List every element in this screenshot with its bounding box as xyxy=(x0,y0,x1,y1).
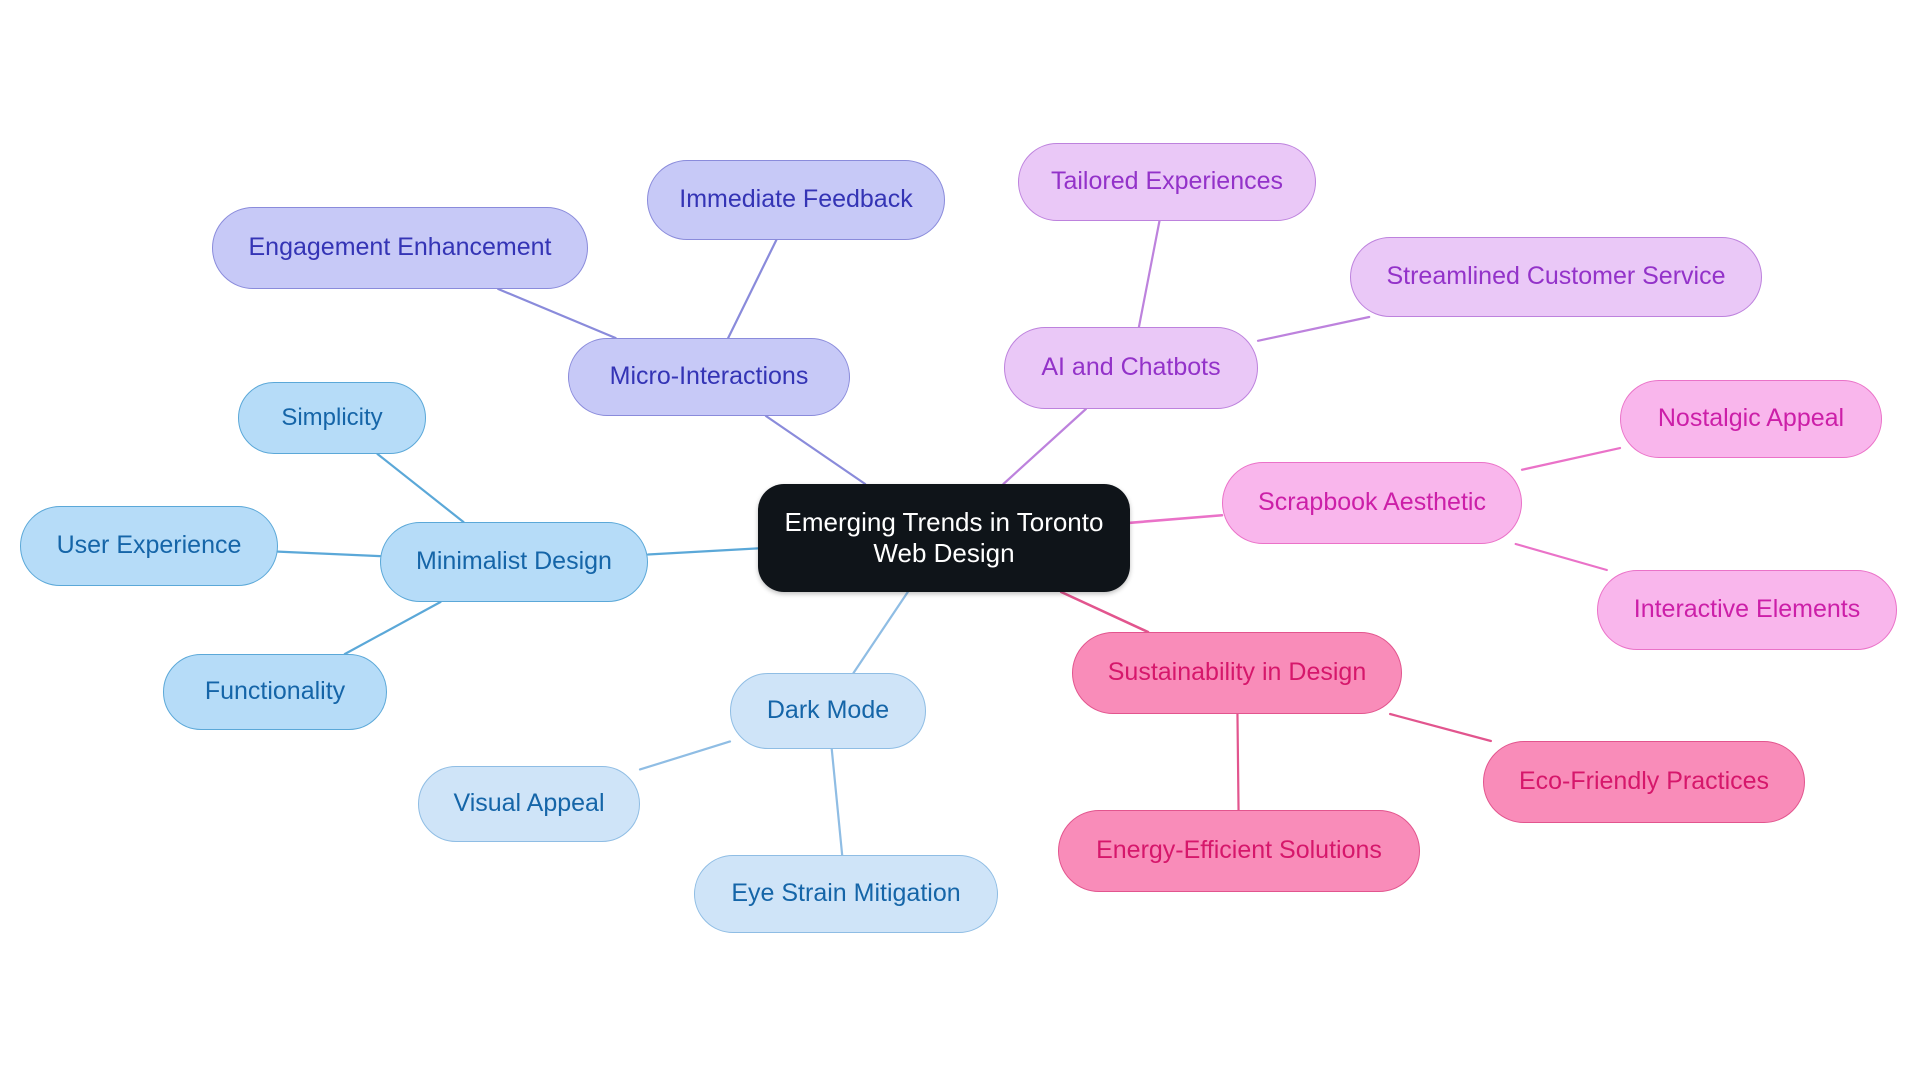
mindmap-edge-minimalist-to-simplicity xyxy=(376,452,465,524)
mindmap-node-label: Minimalist Design xyxy=(416,547,612,576)
mindmap-node-label: Simplicity xyxy=(281,403,383,431)
mindmap-node-interactive-elements[interactable]: Interactive Elements xyxy=(1597,570,1897,650)
mindmap-node-label: Sustainability in Design xyxy=(1107,658,1367,687)
mindmap-node-eye-strain[interactable]: Eye Strain Mitigation xyxy=(694,855,998,933)
mindmap-node-functionality[interactable]: Functionality xyxy=(163,654,387,730)
mindmap-node-minimalist[interactable]: Minimalist Design xyxy=(380,522,648,602)
mindmap-node-sustainability[interactable]: Sustainability in Design xyxy=(1072,632,1402,714)
mindmap-edge-minimalist-to-functionality xyxy=(343,600,442,656)
mindmap-node-label: Scrapbook Aesthetic xyxy=(1258,488,1486,517)
mindmap-node-simplicity[interactable]: Simplicity xyxy=(238,382,426,454)
mindmap-canvas: Emerging Trends in Toronto Web Design Min… xyxy=(0,0,1920,1083)
mindmap-node-tailored[interactable]: Tailored Experiences xyxy=(1018,143,1316,221)
mindmap-node-label: Interactive Elements xyxy=(1633,595,1861,624)
mindmap-node-label: Energy-Efficient Solutions xyxy=(1096,836,1382,865)
mindmap-node-micro-interactions[interactable]: Micro-Interactions xyxy=(568,338,850,416)
mindmap-edge-micro-interactions-to-engagement xyxy=(497,287,617,340)
mindmap-edge-root-to-ai-chatbots xyxy=(1002,407,1088,486)
mindmap-node-engagement[interactable]: Engagement Enhancement xyxy=(212,207,588,289)
mindmap-edge-root-to-sustainability xyxy=(1059,590,1150,634)
mindmap-node-nostalgic[interactable]: Nostalgic Appeal xyxy=(1620,380,1882,458)
mindmap-edge-micro-interactions-to-immediate-feedback xyxy=(727,238,778,340)
mindmap-node-streamlined[interactable]: Streamlined Customer Service xyxy=(1350,237,1762,317)
mindmap-edge-root-to-minimalist xyxy=(646,547,760,556)
mindmap-node-label: Eco-Friendly Practices xyxy=(1518,767,1770,796)
mindmap-edge-dark-mode-to-visual-appeal xyxy=(638,740,732,771)
mindmap-node-immediate-feedback[interactable]: Immediate Feedback xyxy=(647,160,945,240)
mindmap-node-label: Emerging Trends in Toronto Web Design xyxy=(784,507,1104,568)
mindmap-node-label: Dark Mode xyxy=(766,696,890,725)
mindmap-edge-ai-chatbots-to-tailored xyxy=(1137,219,1161,329)
mindmap-node-visual-appeal[interactable]: Visual Appeal xyxy=(418,766,640,842)
mindmap-edge-sustainability-to-eco-friendly xyxy=(1388,712,1493,743)
mindmap-edge-root-to-micro-interactions xyxy=(764,414,867,486)
mindmap-node-eco-friendly[interactable]: Eco-Friendly Practices xyxy=(1483,741,1805,823)
mindmap-node-label: Tailored Experiences xyxy=(1050,167,1284,196)
mindmap-node-energy[interactable]: Energy-Efficient Solutions xyxy=(1058,810,1420,892)
mindmap-edge-scrapbook-to-interactive-elements xyxy=(1514,542,1608,572)
mindmap-node-label: Streamlined Customer Service xyxy=(1386,262,1726,291)
mindmap-edge-root-to-dark-mode xyxy=(852,590,909,675)
mindmap-edge-sustainability-to-energy xyxy=(1236,712,1240,812)
mindmap-edge-scrapbook-to-nostalgic xyxy=(1520,446,1622,471)
mindmap-node-label: Eye Strain Mitigation xyxy=(731,879,961,908)
mindmap-node-user-experience[interactable]: User Experience xyxy=(20,506,278,586)
mindmap-node-label: Engagement Enhancement xyxy=(248,233,552,262)
mindmap-edge-minimalist-to-user-experience xyxy=(276,550,382,558)
mindmap-node-label: Micro-Interactions xyxy=(609,362,809,391)
mindmap-node-label: Immediate Feedback xyxy=(679,185,913,214)
mindmap-node-label: User Experience xyxy=(56,531,242,560)
mindmap-node-root[interactable]: Emerging Trends in Toronto Web Design xyxy=(758,484,1130,592)
mindmap-edge-root-to-scrapbook xyxy=(1128,513,1224,525)
mindmap-edge-ai-chatbots-to-streamlined xyxy=(1256,315,1371,342)
mindmap-node-label: AI and Chatbots xyxy=(1041,353,1221,382)
mindmap-node-label: Visual Appeal xyxy=(453,789,605,818)
mindmap-edge-dark-mode-to-eye-strain xyxy=(830,747,844,857)
mindmap-node-label: Functionality xyxy=(204,677,346,706)
mindmap-node-label: Nostalgic Appeal xyxy=(1657,404,1845,433)
mindmap-node-ai-chatbots[interactable]: AI and Chatbots xyxy=(1004,327,1258,409)
mindmap-node-scrapbook[interactable]: Scrapbook Aesthetic xyxy=(1222,462,1522,544)
mindmap-node-dark-mode[interactable]: Dark Mode xyxy=(730,673,926,749)
